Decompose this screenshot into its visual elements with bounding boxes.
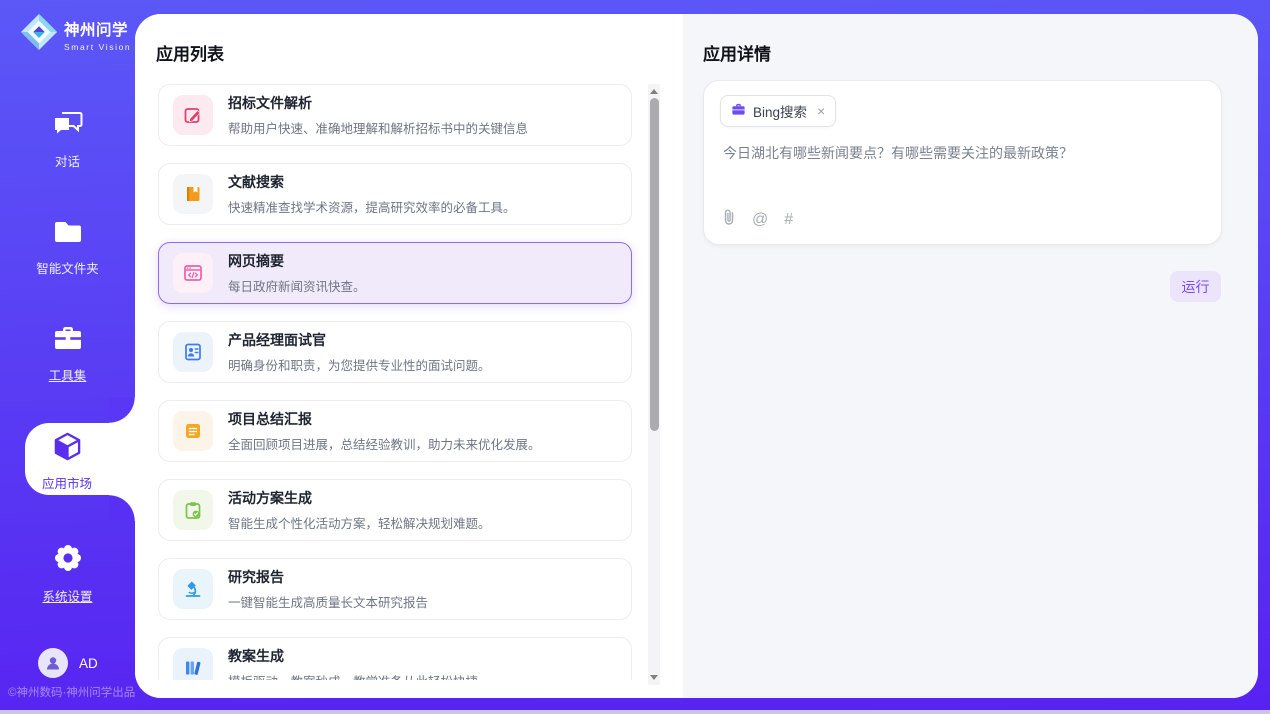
- app-list: 招标文件解析 帮助用户快速、准确地理解和解析招标书中的关键信息 文献搜索: [135, 14, 683, 680]
- scroll-down-icon[interactable]: [650, 675, 658, 680]
- app-detail-panel: 应用详情 Bing搜索 × 今日湖北有哪些新闻要点？有哪些需要关注的最新政策？: [683, 14, 1258, 698]
- sidebar-item-label: 工具集: [49, 365, 87, 384]
- browser-code-icon: [173, 253, 213, 293]
- scrollbar-thumb[interactable]: [650, 98, 659, 431]
- sidebar-item-smart-folder[interactable]: 智能文件夹: [0, 220, 135, 277]
- user-initials: AD: [79, 656, 98, 671]
- mention-at-icon[interactable]: @: [752, 212, 768, 228]
- paperclip-icon[interactable]: [722, 209, 736, 231]
- app-list-item-event-plan[interactable]: 活动方案生成 智能生成个性化活动方案，轻松解决规划难题。: [158, 479, 632, 541]
- app-name: 产品经理面试官: [228, 330, 491, 350]
- sidebar-item-app-market[interactable]: 应用市场: [25, 423, 135, 495]
- folder-icon: [53, 220, 83, 249]
- sidebar-item-chat[interactable]: 对话: [0, 110, 135, 170]
- app-name: 文献搜索: [228, 172, 516, 192]
- app-desc: 每日政府新闻资讯快查。: [228, 276, 366, 295]
- attachment-toolbar: @ #: [722, 209, 793, 231]
- app-detail-title: 应用详情: [703, 40, 771, 65]
- tool-chip-label: Bing搜索: [753, 101, 807, 121]
- app-list-item-research-report[interactable]: 研究报告 一键智能生成高质量长文本研究报告: [158, 558, 632, 620]
- app-name: 教案生成: [228, 646, 478, 666]
- tool-chip-bing-search[interactable]: Bing搜索 ×: [720, 95, 836, 127]
- app-list-item-bid-parse[interactable]: 招标文件解析 帮助用户快速、准确地理解和解析招标书中的关键信息: [158, 84, 632, 146]
- sidebar-item-label: 应用市场: [42, 473, 92, 492]
- resume-person-icon: [173, 332, 213, 372]
- close-icon[interactable]: ×: [817, 103, 825, 119]
- diamond-logo-icon: [20, 13, 58, 56]
- sidebar-item-settings[interactable]: 系统设置: [0, 544, 135, 605]
- copyright-text: ©神州数码·神州问学出品: [8, 684, 135, 700]
- app-desc: 一键智能生成高质量长文本研究报告: [228, 592, 428, 611]
- cube-icon: [52, 431, 83, 467]
- hash-icon[interactable]: #: [784, 212, 793, 228]
- chat-icon: [53, 110, 83, 142]
- prompt-card: Bing搜索 × 今日湖北有哪些新闻要点？有哪些需要关注的最新政策？ @ #: [703, 80, 1222, 245]
- app-list-item-lesson-plan[interactable]: 教案生成 模板驱动，教案秒成，教学准备从此轻松快捷: [158, 637, 632, 680]
- app-list-item-literature-search[interactable]: 文献搜索 快速精准查找学术资源，提高研究效率的必备工具。: [158, 163, 632, 225]
- app-list-scrollbar[interactable]: [648, 84, 660, 685]
- sidebar: 神州问学 Smart Vision 对话 智能文件夹: [0, 0, 135, 714]
- app-desc: 快速精准查找学术资源，提高研究效率的必备工具。: [228, 197, 516, 216]
- app-list-panel: 应用列表 招标文件解析 帮助用户快速、准确地理解和解析招标书中的关键信息: [135, 14, 683, 698]
- clipboard-check-icon: [173, 490, 213, 530]
- books-icon: [173, 648, 213, 680]
- app-desc: 智能生成个性化活动方案，轻松解决规划难题。: [228, 513, 491, 532]
- sidebar-item-label: 对话: [55, 151, 80, 170]
- app-desc: 明确身份和职责，为您提供专业性的面试问题。: [228, 355, 491, 374]
- brand-logo: 神州问学 Smart Vision: [20, 13, 131, 56]
- app-name: 研究报告: [228, 567, 428, 587]
- run-button[interactable]: 运行: [1170, 271, 1221, 302]
- app-list-item-project-summary[interactable]: 项目总结汇报 全面回顾项目进展，总结经验教训，助力未来优化发展。: [158, 400, 632, 462]
- app-desc: 全面回顾项目进展，总结经验教训，助力未来优化发展。: [228, 434, 541, 453]
- main-content-card: 应用列表 招标文件解析 帮助用户快速、准确地理解和解析招标书中的关键信息: [135, 14, 1258, 698]
- app-desc: 模板驱动，教案秒成，教学准备从此轻松快捷: [228, 671, 478, 680]
- brand-name: 神州问学: [64, 18, 131, 40]
- app-name: 活动方案生成: [228, 488, 491, 508]
- scroll-up-icon[interactable]: [650, 89, 658, 94]
- user-account[interactable]: AD: [38, 648, 98, 678]
- note-icon: [173, 411, 213, 451]
- toolbox-icon: [53, 325, 83, 356]
- microscope-icon: [173, 569, 213, 609]
- book-icon: [173, 174, 213, 214]
- document-edit-icon: [173, 95, 213, 135]
- bottom-edge-strip: [0, 710, 1270, 714]
- brand-subtitle: Smart Vision: [64, 42, 131, 52]
- sidebar-item-label: 智能文件夹: [36, 258, 99, 277]
- sidebar-item-label: 系统设置: [42, 586, 92, 605]
- app-desc: 帮助用户快速、准确地理解和解析招标书中的关键信息: [228, 118, 528, 137]
- app-name: 招标文件解析: [228, 93, 528, 113]
- avatar: [38, 648, 68, 678]
- app-list-item-web-summary[interactable]: 网页摘要 每日政府新闻资讯快查。: [158, 242, 632, 304]
- prompt-input[interactable]: 今日湖北有哪些新闻要点？有哪些需要关注的最新政策？: [723, 143, 1201, 164]
- app-name: 网页摘要: [228, 251, 366, 271]
- sidebar-item-toolset[interactable]: 工具集: [0, 325, 135, 384]
- gear-icon: [54, 544, 82, 577]
- app-name: 项目总结汇报: [228, 409, 541, 429]
- app-list-item-pm-interviewer[interactable]: 产品经理面试官 明确身份和职责，为您提供专业性的面试问题。: [158, 321, 632, 383]
- briefcase-icon: [731, 102, 746, 120]
